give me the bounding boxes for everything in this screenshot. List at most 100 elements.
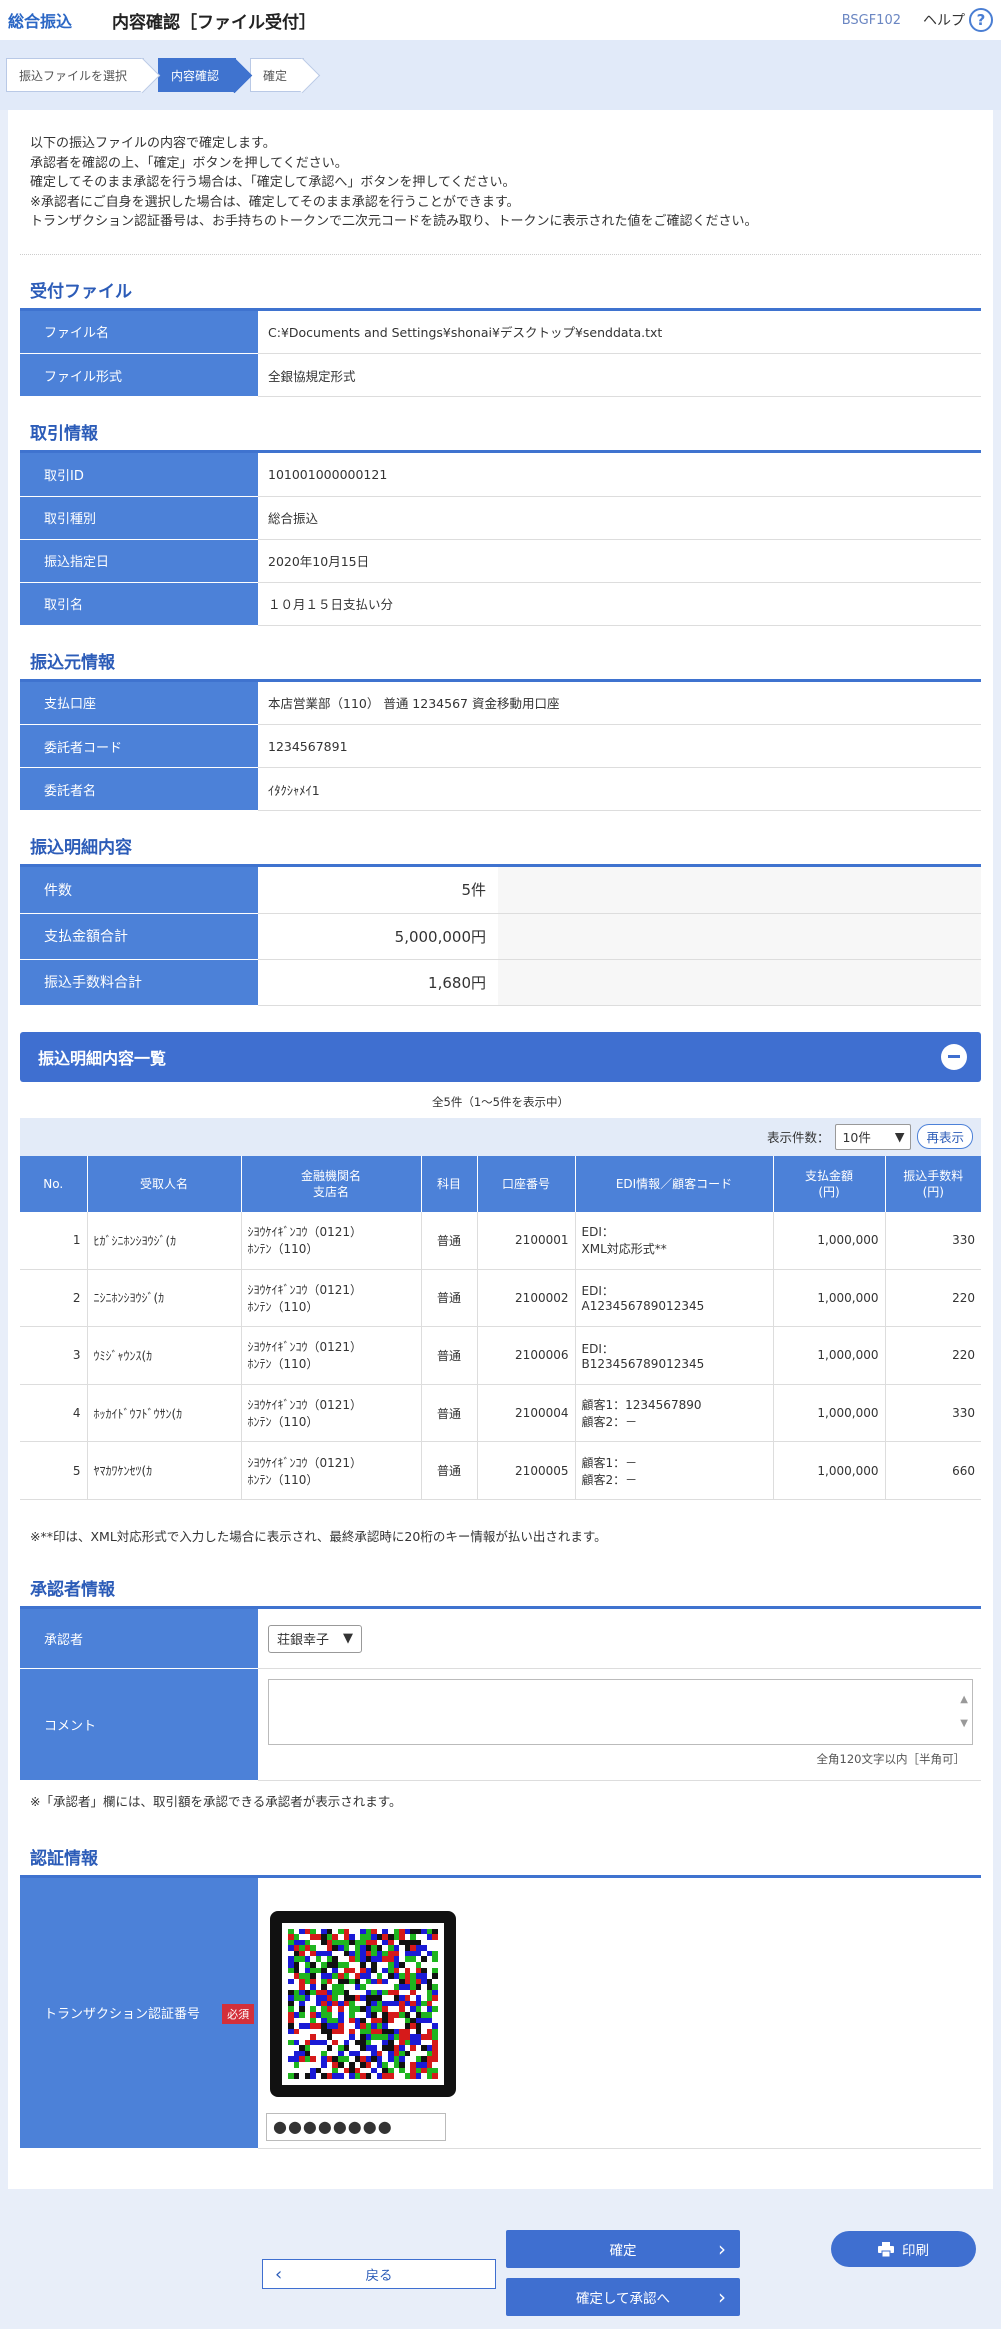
cell-amount: 1,000,000: [773, 1211, 886, 1270]
cell-account: 2100005: [477, 1441, 576, 1500]
edi-line: EDI：: [581, 1284, 614, 1299]
cell-no: 4: [20, 1384, 88, 1443]
consignor-code-label: 委託者コード: [20, 724, 258, 768]
comment-textarea[interactable]: ▲ ▼: [268, 1679, 973, 1746]
transfer-date-label: 振込指定日: [20, 539, 258, 583]
approver-section-title: 承認者情報: [20, 1575, 981, 1609]
file-name-label: ファイル名: [20, 310, 258, 354]
edi-line: 顧客1：－: [581, 1455, 638, 1470]
cell-fee: 330: [885, 1211, 981, 1270]
approver-select[interactable]: 荘銀幸子 ▼: [268, 1624, 362, 1653]
cell-bank: ｼﾖｳｹｲｷﾞﾝｺｳ（0121） ﾎﾝﾃﾝ（110）: [241, 1326, 422, 1385]
summary-section-title: 振込明細内容: [20, 833, 981, 867]
confirm-approve-label: 確定して承認へ: [575, 2291, 671, 2307]
branch-name: ﾎﾝﾃﾝ（110）: [247, 1472, 319, 1487]
table-row: 1 ﾋｶﾞｼﾆﾎﾝｼﾖｳｼﾞ(ｶ ｼﾖｳｹｲｷﾞﾝｺｳ（0121） ﾎﾝﾃﾝ（11…: [20, 1211, 981, 1270]
cell-no: 5: [20, 1441, 88, 1500]
comment-label: コメント: [20, 1668, 258, 1782]
col-bank: 金融機関名 支店名: [241, 1155, 422, 1212]
approver-label: 承認者: [20, 1608, 258, 1670]
step-indicator: 振込ファイルを選択 内容確認 確定: [0, 40, 1001, 110]
qr-code-frame: [270, 1910, 456, 2097]
detail-table: No. 受取人名 金融機関名 支店名 科目 口座番号 EDI情報／顧客コード 支…: [20, 1155, 981, 1500]
cell-type: 普通: [421, 1326, 478, 1385]
transaction-type-label: 取引種別: [20, 496, 258, 540]
cell-edi: EDI： B123456789012345: [575, 1326, 774, 1385]
printer-icon: [878, 2241, 894, 2257]
col-edi: EDI情報／顧客コード: [575, 1155, 774, 1212]
col-amount: 支払金額 (円): [773, 1155, 886, 1212]
collapse-icon[interactable]: [941, 1043, 967, 1070]
transaction-name-value: １０月１５日支払い分: [258, 582, 981, 626]
auth-cell: ●●●●●●●●: [258, 1878, 981, 2149]
branch-name: ﾎﾝﾃﾝ（110）: [247, 1299, 319, 1314]
required-badge: 必須: [222, 2003, 255, 2024]
intro-line: 以下の振込ファイルの内容で確定します。: [30, 136, 276, 151]
payment-account-label: 支払口座: [20, 681, 258, 725]
confirm-label: 確定: [609, 2243, 637, 2259]
transaction-name-label: 取引名: [20, 582, 258, 626]
file-section-title: 受付ファイル: [20, 277, 981, 311]
approver-note: ※「承認者」欄には、取引額を承認できる承認者が表示されます。: [30, 1794, 402, 1810]
auth-label: トランザクション認証番号: [44, 2006, 201, 2022]
textarea-scroll-icon: ▲ ▼: [960, 1694, 968, 1730]
qr-code-icon: [282, 1922, 444, 2085]
cell-amount: 1,000,000: [773, 1326, 886, 1385]
auth-table: トランザクション認証番号 必須 ●●●●●●●●: [20, 1878, 981, 2149]
xml-note: ※**印は、XML対応形式で入力した場合に表示され、最終承認時に20桁のキー情報…: [30, 1528, 607, 1544]
main-content: 以下の振込ファイルの内容で確定します。 承認者を確認の上、「確定」ボタンを押して…: [8, 110, 993, 2210]
otp-input[interactable]: ●●●●●●●●: [266, 2112, 446, 2141]
cell-edi: EDI： XML対応形式**: [575, 1211, 774, 1270]
approver-table: 承認者 荘銀幸子 ▼ コメント ▲ ▼ 全角120文字以内［半角可］: [20, 1608, 981, 1782]
detail-list-accordion[interactable]: 振込明細内容一覧: [20, 1031, 981, 1082]
auth-section-title: 認証情報: [20, 1844, 981, 1879]
cell-bank: ｼﾖｳｹｲｷﾞﾝｺｳ（0121） ﾎﾝﾃﾝ（110）: [241, 1441, 422, 1500]
transaction-table: 取引ID 101001000000121 取引種別 総合振込 振込指定日 2020年1…: [20, 453, 981, 626]
cell-no: 3: [20, 1326, 88, 1385]
redisplay-button[interactable]: 再表示: [917, 1124, 973, 1149]
count-value: 5件: [258, 867, 498, 914]
table-row: 5 ﾔﾏｶﾜｹﾝｾﾂ(ｶ ｼﾖｳｹｲｷﾞﾝｺｳ（0121） ﾎﾝﾃﾝ（110） 普…: [20, 1441, 981, 1500]
col-no: No.: [20, 1155, 88, 1212]
branch-name: ﾎﾝﾃﾝ（110）: [247, 1415, 319, 1430]
cell-account: 2100002: [477, 1269, 576, 1328]
consignor-name-value: ｲﾀｸｼｬﾒｲ1: [258, 767, 981, 811]
per-page-label: 表示件数：: [766, 1130, 830, 1145]
cell-no: 1: [20, 1211, 88, 1270]
bank-name: ｼﾖｳｹｲｷﾞﾝｺｳ（0121）: [247, 1225, 363, 1240]
intro-line: 承認者を確認の上、「確定」ボタンを押してください。: [30, 155, 348, 171]
source-section-title: 振込元情報: [20, 648, 981, 682]
bank-name: ｼﾖｳｹｲｷﾞﾝｺｳ（0121）: [247, 1282, 363, 1297]
file-name-value: C:¥Documents and Settings¥shonai¥デスクトップ¥…: [258, 310, 981, 354]
cell-type: 普通: [421, 1269, 478, 1328]
summary-table: 件数 5件 支払金額合計 5,000,000円 振込手数料合計 1,680円: [20, 867, 981, 1006]
total-amount-value: 5,000,000円: [258, 913, 498, 960]
intro-line: トランザクション認証番号は、お手持ちのトークンで二次元コードを読み取り、トークン…: [30, 214, 758, 229]
cell-recipient: ﾆｼﾆﾎﾝｼﾖｳｼﾞ(ｶ: [87, 1269, 242, 1328]
cell-edi: 顧客1：－ 顧客2：－: [575, 1441, 774, 1500]
edi-line: 顧客2：－: [581, 1472, 638, 1487]
cell-amount: 1,000,000: [773, 1269, 886, 1328]
cell-recipient: ｳﾐｼﾞｬｳﾝｽ(ｶ: [87, 1326, 242, 1385]
detail-list-title: 振込明細内容一覧: [38, 1048, 167, 1068]
total-amount-label: 支払金額合計: [20, 913, 258, 960]
summary-filler: [498, 959, 981, 1006]
help-link[interactable]: ヘルプ: [923, 10, 965, 30]
help-icon[interactable]: ?: [969, 8, 993, 32]
edi-line: EDI：: [581, 1225, 614, 1240]
table-row: 4 ﾎｯｶｲﾄﾞｳﾌﾄﾞｳｻﾝ(ｶ ｼﾖｳｹｲｷﾞﾝｺｳ（0121） ﾎﾝﾃﾝ（1…: [20, 1384, 981, 1443]
cell-amount: 1,000,000: [773, 1441, 886, 1500]
cell-fee: 220: [885, 1326, 981, 1385]
confirm-approve-button[interactable]: 確定して承認へ ›: [506, 2278, 740, 2316]
action-bar: 確定 › 確定して承認へ › ‹ 戻る 印刷: [0, 2189, 1001, 2329]
result-count: 全5件（1〜5件を表示中）: [432, 1094, 569, 1109]
back-label: 戻る: [365, 2268, 393, 2284]
print-button[interactable]: 印刷: [831, 2231, 976, 2267]
back-button[interactable]: ‹ 戻る: [262, 2259, 496, 2289]
per-page-select[interactable]: 10件 ▼: [835, 1123, 912, 1150]
cell-account: 2100006: [477, 1326, 576, 1385]
per-page-value: 10件: [842, 1130, 871, 1145]
cell-account: 2100001: [477, 1211, 576, 1270]
confirm-button[interactable]: 確定 ›: [506, 2230, 740, 2268]
total-fee-value: 1,680円: [258, 959, 498, 1006]
